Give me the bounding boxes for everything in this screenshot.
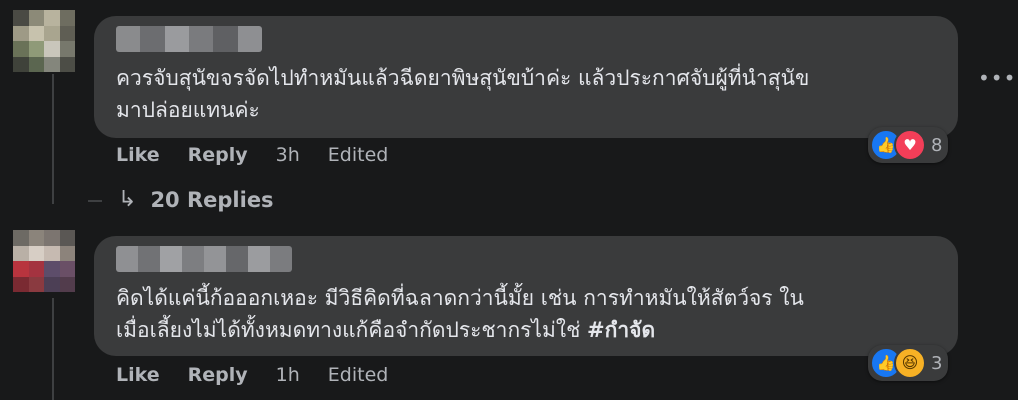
comment-text-line: มาปล่อยแทนค่ะ (116, 98, 260, 122)
reply-arrow-icon: ↳ (118, 187, 137, 212)
reaction-summary[interactable]: 👍 ♥ 8 (868, 127, 949, 163)
comment-actions: Like Reply 1h Edited (116, 364, 416, 386)
avatar[interactable] (13, 230, 75, 292)
view-replies-button[interactable]: ↳ 20 Replies (118, 187, 274, 212)
reply-button[interactable]: Reply (188, 144, 248, 166)
replies-count-label: 20 Replies (150, 187, 274, 212)
comment-text-line: คิดได้แค่นี้ก้อออกเหอะ มีวิธีคิดที่ฉลาดก… (116, 286, 804, 310)
comment-bubble: คิดได้แค่นี้ก้อออกเหอะ มีวิธีคิดที่ฉลาดก… (94, 236, 958, 356)
reply-button[interactable]: Reply (188, 364, 248, 386)
love-icon: ♥ (894, 129, 926, 161)
like-button[interactable]: Like (116, 364, 160, 386)
commenter-name[interactable] (116, 26, 262, 52)
timestamp[interactable]: 1h (276, 364, 300, 386)
haha-icon: 😆 (894, 347, 926, 379)
avatar[interactable] (13, 10, 75, 72)
comment-actions: Like Reply 3h Edited (116, 144, 416, 166)
thread-line (52, 74, 54, 204)
commenter-name[interactable] (116, 246, 292, 272)
thread-connector (88, 200, 102, 202)
edited-label: Edited (327, 144, 389, 166)
comment-bubble: ควรจับสุนัขจรจัดไปทำหมันแล้วฉีดยาพิษสุนั… (94, 16, 958, 138)
like-button[interactable]: Like (116, 144, 160, 166)
hashtag-link[interactable]: #กำจัด (587, 318, 655, 342)
timestamp[interactable]: 3h (276, 144, 300, 166)
reaction-summary[interactable]: 👍 😆 3 (868, 345, 949, 381)
more-options-button[interactable]: ••• (978, 66, 1016, 90)
comment-text-line: เมื่อเลี้ยงไม่ได้ทั้งหมดทางแก้คือจำกัดปร… (116, 314, 804, 346)
comment-text-segment: เมื่อเลี้ยงไม่ได้ทั้งหมดทางแก้คือจำกัดปร… (116, 318, 588, 342)
comment-text: คิดได้แค่นี้ก้อออกเหอะ มีวิธีคิดที่ฉลาดก… (116, 282, 804, 346)
comment-text-line: ควรจับสุนัขจรจัดไปทำหมันแล้วฉีดยาพิษสุนั… (116, 66, 810, 90)
reaction-count: 3 (931, 352, 943, 374)
thread-line (52, 298, 54, 400)
edited-label: Edited (327, 364, 389, 386)
reaction-count: 8 (931, 134, 943, 156)
comment-text: ควรจับสุนัขจรจัดไปทำหมันแล้วฉีดยาพิษสุนั… (116, 62, 809, 126)
